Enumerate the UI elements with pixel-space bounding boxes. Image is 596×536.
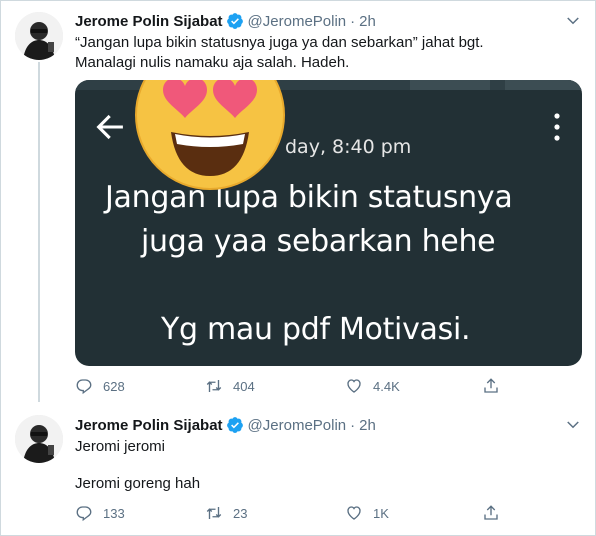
avatar-photo <box>15 415 63 463</box>
avatar[interactable] <box>15 12 63 60</box>
tweet-text-line: “Jangan lupa bikin statusnya juga ya dan… <box>75 34 484 51</box>
heart-icon <box>347 379 361 393</box>
heart-icon <box>347 506 361 520</box>
retweet-count: 23 <box>233 505 248 521</box>
retweet-count: 404 <box>233 378 255 394</box>
tweet-media-image[interactable]: day, 8:40 pm Jangan lupa bikin statusnya… <box>75 80 582 366</box>
reply-count: 628 <box>103 378 125 394</box>
image-text-line: juga yaa sebarkan hehe <box>141 224 496 259</box>
retweet-icon <box>206 507 222 519</box>
separator-dot: · <box>350 416 356 434</box>
retweet-button[interactable]: 23 <box>205 504 247 522</box>
tweet-time[interactable]: 2h <box>359 13 376 30</box>
tweet-actions: 133 23 1K <box>75 504 505 524</box>
tweet-actions: 628 404 4.4K <box>75 377 505 397</box>
author-handle[interactable]: @JeromePolin <box>248 417 347 434</box>
chevron-down-icon[interactable] <box>564 416 582 434</box>
share-button[interactable] <box>482 377 510 395</box>
reply-button[interactable]: 133 <box>75 504 125 522</box>
share-icon <box>484 378 498 393</box>
tweet-1[interactable]: Jerome Polin Sijabat @JeromePolin · 2h “… <box>0 0 596 405</box>
tweet-2[interactable]: Jerome Polin Sijabat @JeromePolin · 2h J… <box>0 405 596 536</box>
author-name[interactable]: Jerome Polin Sijabat <box>75 13 223 30</box>
like-button[interactable]: 4.4K <box>345 377 400 395</box>
tweet-text-line: Jeromi goreng hah <box>75 475 201 492</box>
heart-eyes-emoji <box>135 80 285 190</box>
avatar-photo <box>15 12 63 60</box>
reply-button[interactable]: 628 <box>75 377 125 395</box>
share-button[interactable] <box>482 504 510 522</box>
verified-badge-icon <box>226 13 243 29</box>
like-count: 4.4K <box>373 378 400 394</box>
reply-count: 133 <box>103 505 125 521</box>
share-icon <box>484 505 498 520</box>
author-name[interactable]: Jerome Polin Sijabat <box>75 417 223 434</box>
retweet-button[interactable]: 404 <box>205 377 255 395</box>
tweet-text-line: Jeromi jeromi <box>75 438 166 455</box>
reply-icon <box>76 506 92 522</box>
verified-badge-icon <box>226 417 243 433</box>
chevron-down-icon[interactable] <box>564 12 582 30</box>
back-arrow-icon <box>96 114 123 140</box>
separator-dot: · <box>350 12 356 30</box>
tweet-text-line: Manalagi nulis namaku aja salah. Hadeh. <box>75 54 350 71</box>
reply-icon <box>76 379 92 395</box>
like-button[interactable]: 1K <box>345 504 389 522</box>
tweet-header: Jerome Polin Sijabat @JeromePolin · 2h <box>75 11 376 31</box>
more-vertical-icon <box>554 113 560 141</box>
tweet-time[interactable]: 2h <box>359 417 376 434</box>
author-handle[interactable]: @JeromePolin <box>248 13 347 30</box>
status-bar-segment <box>410 80 490 90</box>
retweet-icon <box>206 380 222 392</box>
status-bar-segment <box>505 80 582 90</box>
image-text-line: Yg mau pdf Motivasi. <box>161 312 471 347</box>
message-timestamp: day, 8:40 pm <box>285 136 412 158</box>
tweet-header: Jerome Polin Sijabat @JeromePolin · 2h <box>75 415 376 435</box>
like-count: 1K <box>373 505 389 521</box>
avatar[interactable] <box>15 415 63 463</box>
